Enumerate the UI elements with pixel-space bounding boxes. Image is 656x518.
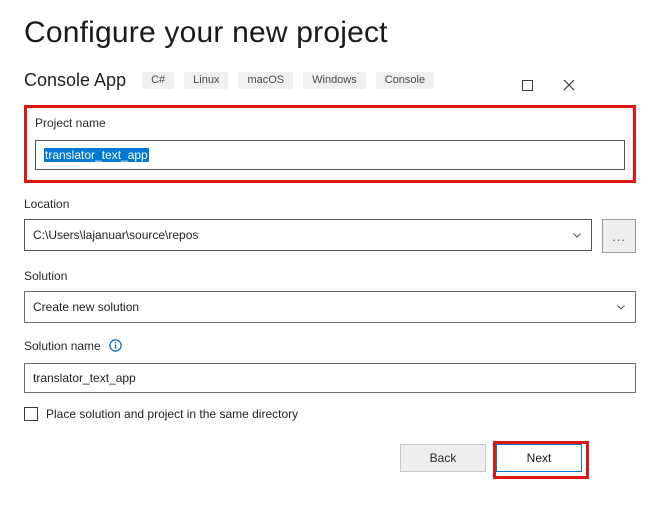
template-tag: Linux — [184, 72, 228, 89]
template-name: Console App — [24, 70, 126, 91]
solution-value: Create new solution — [33, 300, 139, 314]
close-icon[interactable] — [562, 78, 576, 92]
location-value: C:\Users\lajanuar\source\repos — [33, 228, 198, 242]
location-combo[interactable]: C:\Users\lajanuar\source\repos — [24, 219, 592, 251]
template-tag: macOS — [238, 72, 293, 89]
next-button[interactable]: Next — [496, 444, 582, 472]
solution-name-label: Solution name — [24, 339, 101, 353]
same-dir-checkbox-row[interactable]: Place solution and project in the same d… — [24, 407, 636, 421]
back-button[interactable]: Back — [400, 444, 486, 472]
location-label: Location — [24, 197, 69, 211]
project-name-highlight: Project name translator_text_app — [24, 105, 636, 183]
chevron-down-icon — [617, 305, 625, 310]
info-icon[interactable] — [109, 339, 122, 352]
project-name-value: translator_text_app — [44, 148, 149, 162]
solution-name-input[interactable] — [24, 363, 636, 393]
same-dir-label: Place solution and project in the same d… — [46, 407, 298, 421]
browse-button[interactable]: ... — [602, 219, 636, 253]
template-tag: Console — [376, 72, 434, 89]
template-tag: C# — [142, 72, 174, 89]
template-tag: Windows — [303, 72, 366, 89]
solution-label: Solution — [24, 269, 67, 283]
chevron-down-icon — [573, 233, 581, 238]
page-title: Configure your new project — [24, 16, 636, 50]
maximize-icon[interactable] — [520, 78, 534, 92]
checkbox-icon[interactable] — [24, 407, 38, 421]
project-name-input[interactable]: translator_text_app — [35, 140, 625, 170]
solution-combo[interactable]: Create new solution — [24, 291, 636, 323]
project-name-label: Project name — [35, 116, 106, 130]
